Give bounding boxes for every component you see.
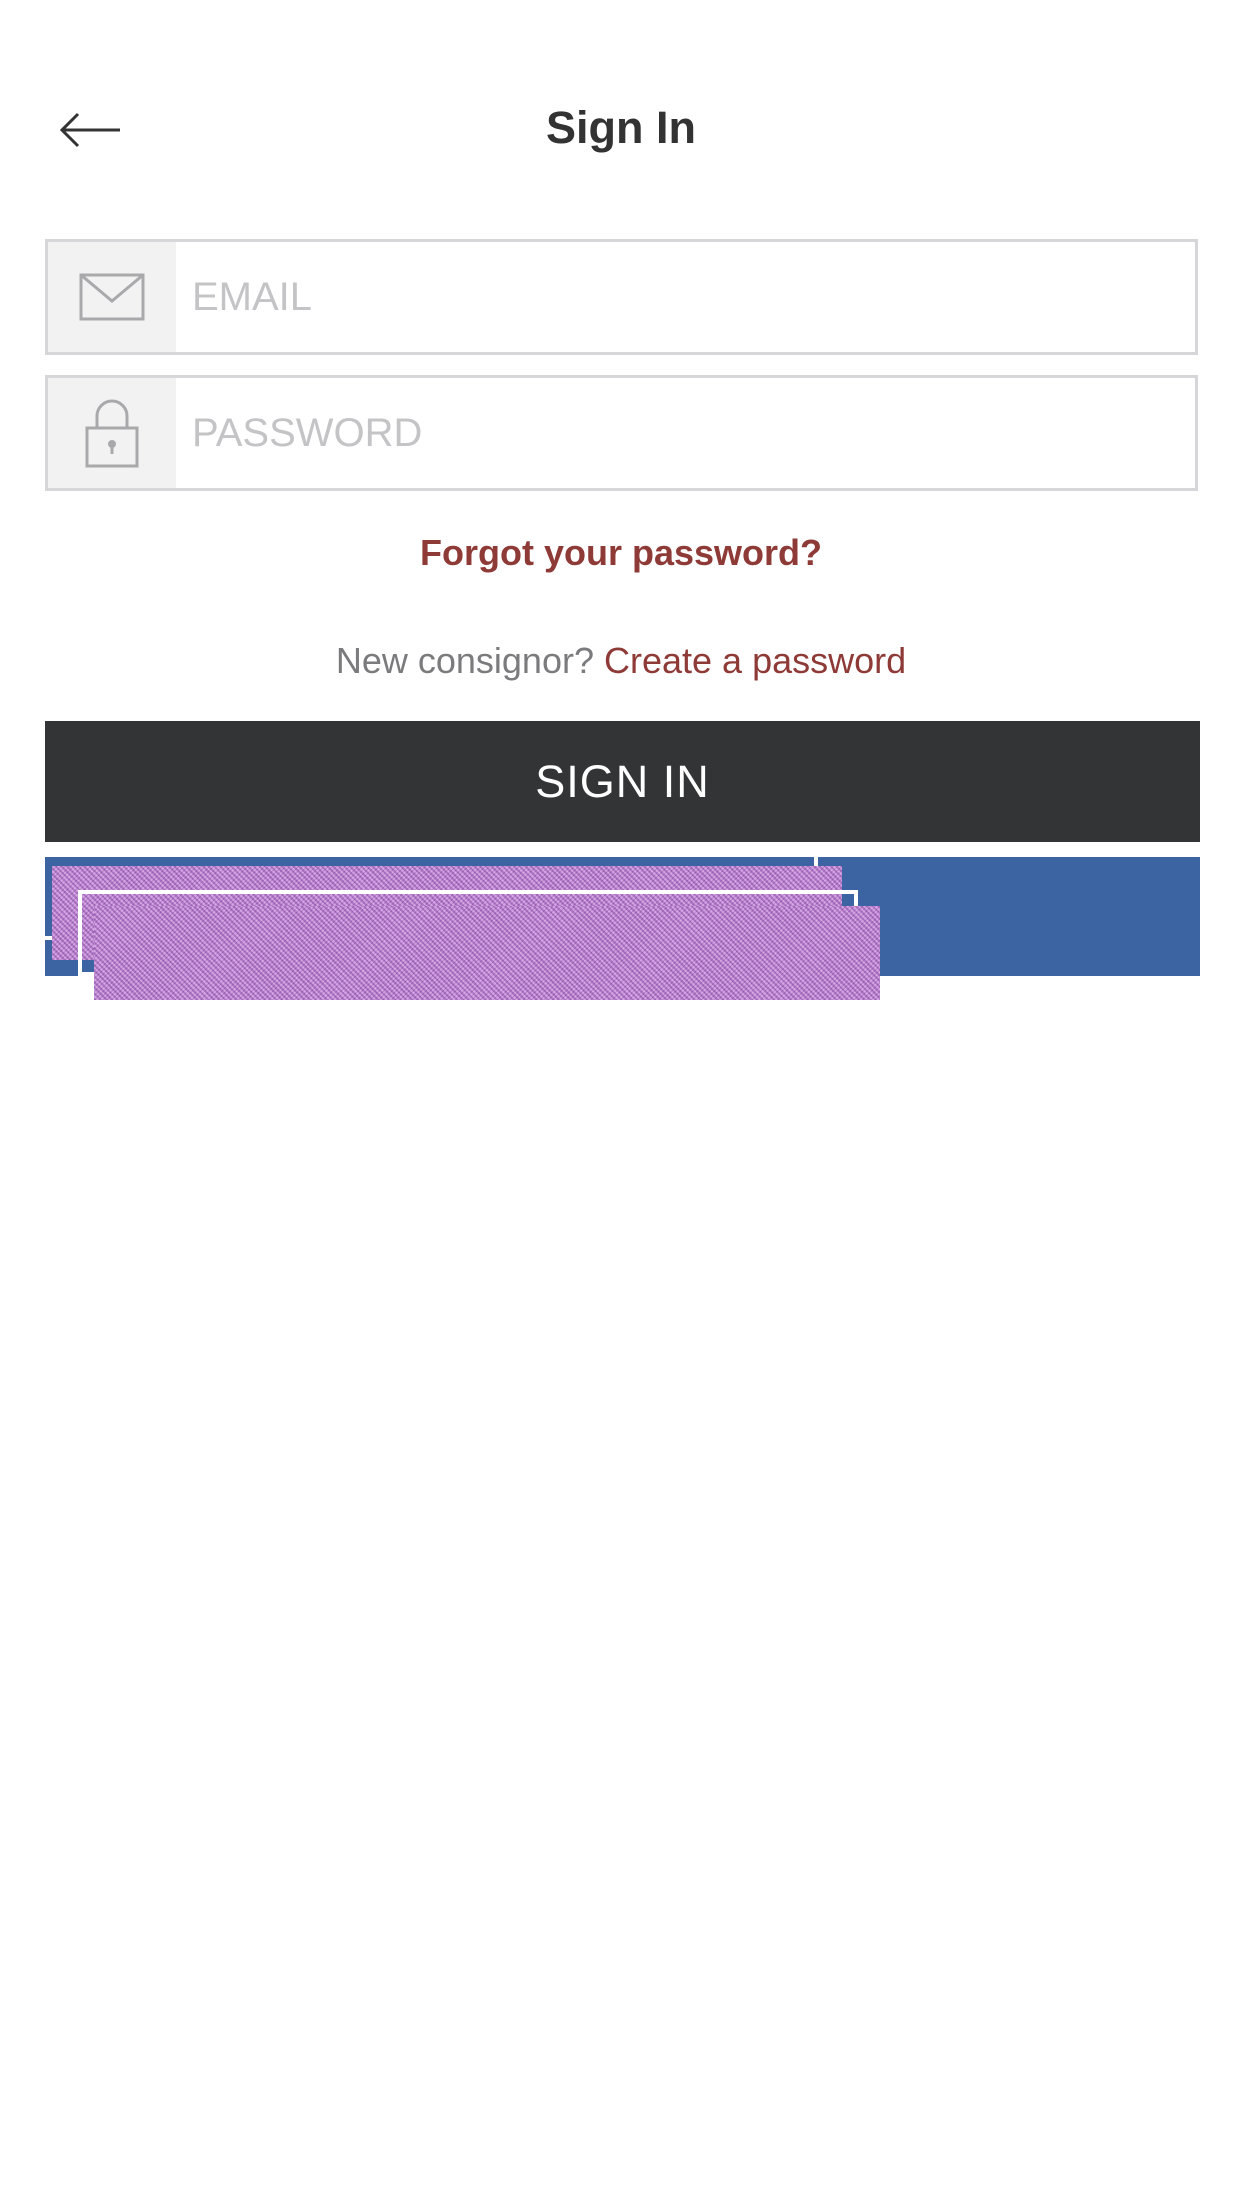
new-consignor-line: New consignor? Create a password bbox=[0, 640, 1242, 682]
redaction-block bbox=[94, 906, 880, 1000]
app-header: Sign In bbox=[0, 60, 1242, 190]
sign-in-button-label: SIGN IN bbox=[535, 755, 710, 807]
password-field[interactable] bbox=[45, 375, 1198, 491]
password-icon-box bbox=[48, 378, 176, 488]
email-input[interactable] bbox=[176, 242, 1195, 352]
new-consignor-label: New consignor? bbox=[335, 640, 594, 681]
email-icon-box bbox=[48, 242, 176, 352]
lock-icon bbox=[85, 399, 139, 468]
forgot-password-link[interactable]: Forgot your password? bbox=[0, 532, 1242, 574]
password-input[interactable] bbox=[176, 378, 1195, 488]
envelope-icon bbox=[79, 273, 145, 321]
page-title: Sign In bbox=[546, 102, 696, 153]
sign-in-button[interactable]: SIGN IN bbox=[45, 721, 1200, 842]
create-password-link[interactable]: Create a password bbox=[604, 640, 906, 681]
email-field[interactable] bbox=[45, 239, 1198, 355]
